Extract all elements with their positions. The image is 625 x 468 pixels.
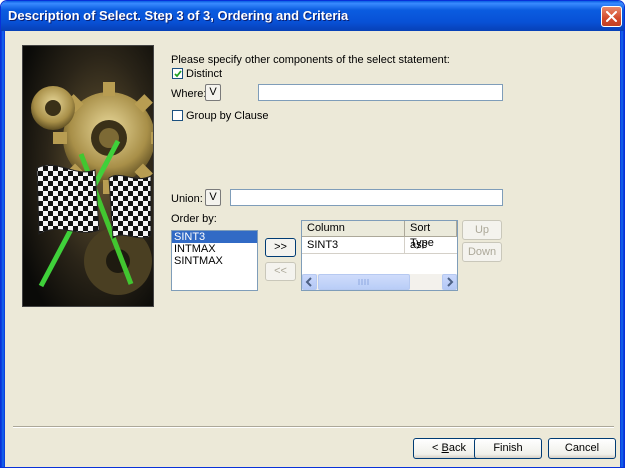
scroll-right-button[interactable] [442, 274, 457, 290]
distinct-label: Distinct [186, 68, 223, 80]
arrow-right-icon [447, 277, 454, 287]
remove-order-column-button[interactable]: << [265, 262, 296, 281]
back-mnemonic: B [441, 442, 449, 454]
close-icon [606, 11, 617, 22]
scroll-left-button[interactable] [302, 274, 317, 290]
title-bar[interactable]: Description of Select. Step 3 of 3, Orde… [1, 1, 624, 31]
group-by-checkbox[interactable] [172, 110, 183, 121]
where-builder-button[interactable]: V [205, 84, 221, 101]
union-builder-button[interactable]: V [205, 189, 221, 206]
back-prefix: < [432, 442, 442, 454]
window-title: Description of Select. Step 3 of 3, Orde… [8, 8, 349, 23]
gears-flags-illustration [23, 46, 153, 306]
move-up-button[interactable]: Up [462, 220, 502, 240]
grip-icon [358, 279, 369, 285]
instruction-text: Please specify other components of the s… [171, 54, 450, 66]
checkmark-icon [174, 70, 182, 78]
list-item[interactable]: SINTMAX [172, 255, 257, 267]
order-grid[interactable]: Column Sort Type SINT3 asc [301, 220, 458, 291]
window-frame-right [620, 31, 624, 467]
window-frame-left [1, 31, 5, 467]
arrow-left-icon [305, 277, 312, 287]
move-down-button[interactable]: Down [462, 242, 502, 262]
dialog-window: Description of Select. Step 3 of 3, Orde… [0, 0, 625, 468]
close-button[interactable] [601, 6, 622, 27]
order-by-label: Order by: [171, 213, 217, 225]
group-by-label: Group by Clause [186, 110, 269, 122]
grid-cell-column[interactable]: SINT3 [302, 237, 405, 254]
distinct-checkbox[interactable] [172, 68, 183, 79]
add-order-column-button[interactable]: >> [265, 238, 296, 257]
list-item[interactable]: INTMAX [172, 243, 257, 255]
union-input[interactable] [230, 189, 503, 206]
where-label: Where: [171, 88, 207, 100]
column-header-column[interactable]: Column [302, 221, 405, 236]
grid-horizontal-scrollbar[interactable] [302, 274, 457, 290]
cancel-button[interactable]: Cancel [548, 438, 616, 459]
finish-button[interactable]: Finish [474, 438, 542, 459]
wizard-image [22, 45, 154, 307]
order-columns-list[interactable]: SINT3 INTMAX SINTMAX [171, 230, 258, 291]
grid-cell-sort-type[interactable]: asc [405, 237, 457, 254]
list-item[interactable]: SINT3 [172, 231, 257, 243]
grid-header: Column Sort Type [302, 221, 457, 249]
union-label: Union: [171, 193, 203, 205]
column-header-sort-type[interactable]: Sort Type [405, 221, 457, 249]
scroll-thumb[interactable] [318, 274, 410, 290]
back-rest: ack [448, 442, 466, 454]
footer-separator-highlight [13, 427, 614, 428]
where-input[interactable] [258, 84, 503, 101]
